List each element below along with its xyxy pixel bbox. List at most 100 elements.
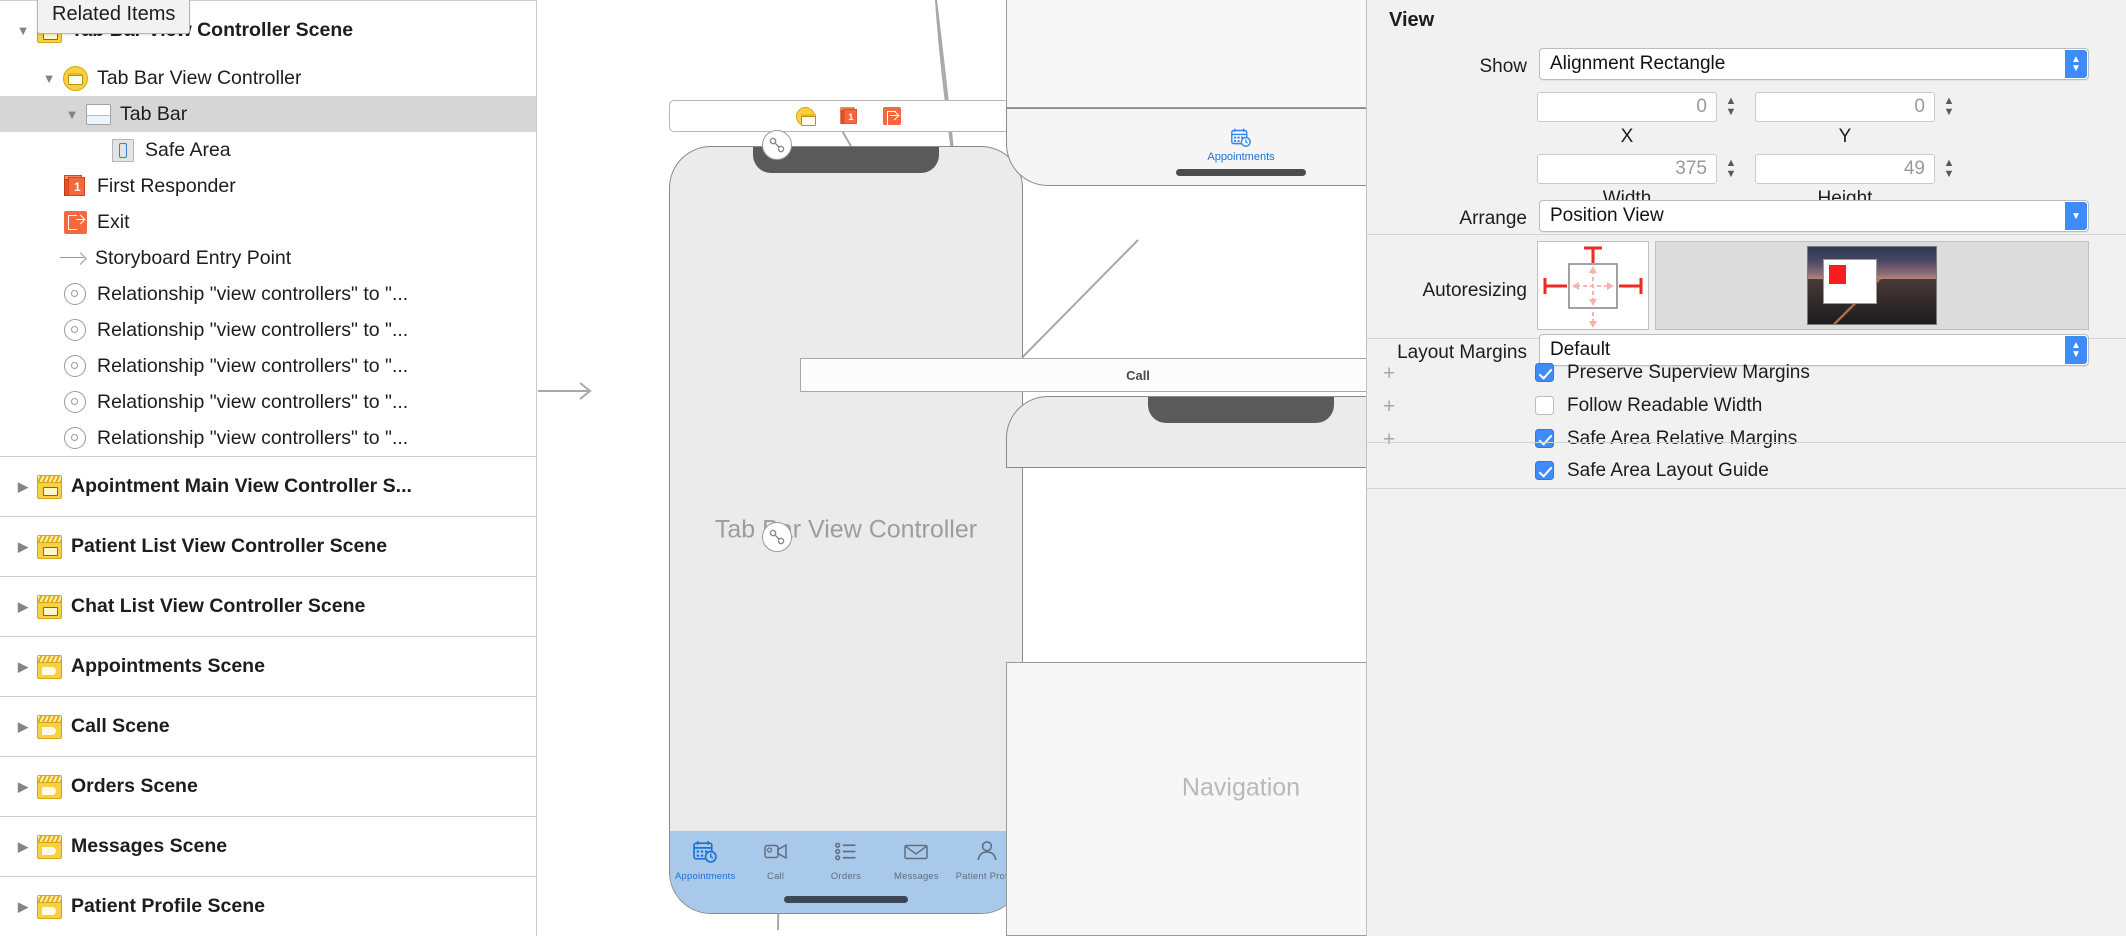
x-field[interactable]: 0 xyxy=(1537,92,1717,122)
outline-row[interactable]: Relationship "view controllers" to "... xyxy=(0,276,536,312)
segue-link-icon xyxy=(763,131,791,159)
segue-connection-badge-bottom[interactable] xyxy=(762,522,792,552)
appointments-home-indicator xyxy=(1176,169,1306,176)
outline-row[interactable]: Relationship "view controllers" to "... xyxy=(0,348,536,384)
outline-row[interactable]: 1First Responder xyxy=(0,168,536,204)
outline-row[interactable]: Storyboard Entry Point xyxy=(0,240,536,276)
outline-row-label: Storyboard Entry Point xyxy=(95,247,291,270)
x-caption: X xyxy=(1537,126,1717,148)
outline-row[interactable]: Patient List View Controller Scene xyxy=(0,516,536,576)
checkbox-safe-area-relative-margins[interactable] xyxy=(1535,429,1554,448)
add-constraint-plus-icon[interactable]: + xyxy=(1383,396,1395,417)
safe-area-icon xyxy=(112,139,134,162)
tab-bar-item-label: Orders xyxy=(831,871,861,882)
disclosure-triangle-closed-icon[interactable] xyxy=(12,599,34,615)
call-scene-navigation-bar[interactable]: Call xyxy=(800,358,1366,392)
outline-row[interactable]: Apointment Main View Controller S... xyxy=(0,456,536,516)
y-field[interactable]: 0 xyxy=(1755,92,1935,122)
outline-row-label: Patient Profile Scene xyxy=(71,895,265,918)
scene-view-icon xyxy=(37,835,62,859)
view-controller-dock-icon[interactable] xyxy=(796,107,815,126)
outline-row[interactable]: ★···Tab Bar xyxy=(0,96,536,132)
autoresizing-label: Autoresizing xyxy=(1367,280,1527,302)
outline-row[interactable]: Messages Scene xyxy=(0,816,536,876)
y-caption: Y xyxy=(1755,126,1935,148)
segue-connection-badge-top[interactable] xyxy=(762,130,792,160)
add-constraint-plus-icon[interactable]: + xyxy=(1383,363,1395,384)
disclosure-triangle-closed-icon[interactable] xyxy=(12,839,34,855)
view-controller-icon xyxy=(63,66,88,91)
call-navbar-title: Call xyxy=(1126,368,1150,383)
x-value: 0 xyxy=(1696,96,1707,118)
appointments-tab-item[interactable]: Appointments xyxy=(1007,127,1366,163)
tab-bar-item-appointments[interactable]: Appointments xyxy=(670,831,740,913)
checkbox-label: Follow Readable Width xyxy=(1567,395,1762,417)
calendar-clock-icon xyxy=(1230,127,1252,148)
calendar-clock-icon xyxy=(692,839,718,869)
autoresizing-control[interactable] xyxy=(1537,241,1649,330)
outline-row[interactable]: Orders Scene xyxy=(0,756,536,816)
add-constraint-plus-icon[interactable]: + xyxy=(1383,429,1395,450)
tab-bar-view-controller-preview[interactable]: Tab Bar View Controller AppointmentsCall… xyxy=(669,146,1023,914)
show-label: Show xyxy=(1367,56,1527,78)
disclosure-triangle-closed-icon[interactable] xyxy=(12,899,34,915)
scene-title-label: Tab Bar View Controller xyxy=(670,516,1022,545)
width-stepper[interactable]: ▲▼ xyxy=(1723,154,1739,184)
autoresizing-springs-struts-icon xyxy=(1538,242,1648,329)
disclosure-triangle-closed-icon[interactable] xyxy=(12,539,34,555)
outline-row-label: Exit xyxy=(97,211,130,234)
scene-vc-icon xyxy=(37,535,62,559)
y-value: 0 xyxy=(1914,96,1925,118)
outline-row-label: Chat List View Controller Scene xyxy=(71,595,365,618)
checkbox-preserve-superview-margins[interactable] xyxy=(1535,363,1554,382)
disclosure-triangle-closed-icon[interactable] xyxy=(12,479,34,495)
disclosure-triangle-closed-icon[interactable] xyxy=(12,779,34,795)
outline-row[interactable]: Relationship "view controllers" to "... xyxy=(0,312,536,348)
checkbox-safe-area-layout-guide[interactable] xyxy=(1535,461,1554,480)
show-popup-button[interactable]: Alignment Rectangle ▲▼ xyxy=(1539,48,2089,80)
scene-dock[interactable]: 1 xyxy=(669,100,1027,132)
disclosure-triangle-open-icon[interactable] xyxy=(12,23,34,38)
y-stepper[interactable]: ▲▼ xyxy=(1941,92,1957,122)
disclosure-triangle-closed-icon[interactable] xyxy=(12,659,34,675)
height-stepper[interactable]: ▲▼ xyxy=(1941,154,1957,184)
scene-vc-icon xyxy=(37,475,62,499)
outline-row[interactable]: Tab Bar View Controller xyxy=(0,60,536,96)
outline-row[interactable]: Safe Area xyxy=(0,132,536,168)
arrange-popup-button[interactable]: Position View ▼ xyxy=(1539,200,2089,232)
disclosure-triangle-open-icon[interactable] xyxy=(61,107,83,122)
appointments-scene-tabbar[interactable]: Appointments xyxy=(1006,108,1366,186)
appointments-scene-body[interactable] xyxy=(1006,0,1366,108)
height-field[interactable]: 49 xyxy=(1755,154,1935,184)
size-inspector-panel[interactable]: View Show Alignment Rectangle ▲▼ 0 ▲▼ X … xyxy=(1366,0,2126,936)
navigation-scene-body[interactable]: Navigation xyxy=(1006,662,1366,936)
video-camera-icon xyxy=(763,839,789,869)
autoresizing-preview xyxy=(1655,241,2089,330)
checkbox-follow-readable-width[interactable] xyxy=(1535,396,1554,415)
outline-row-label: Appointments Scene xyxy=(71,655,265,678)
call-scene-phone-top[interactable] xyxy=(1006,396,1366,468)
outline-row[interactable]: Exit xyxy=(0,204,536,240)
x-stepper[interactable]: ▲▼ xyxy=(1723,92,1739,122)
layout-margins-chevrons-icon: ▲▼ xyxy=(2065,336,2087,364)
storyboard-canvas[interactable]: 1 Tab Bar View Controller AppointmentsCa… xyxy=(538,0,1366,936)
arrange-label: Arrange xyxy=(1367,208,1527,230)
outline-row[interactable]: Relationship "view controllers" to "... xyxy=(0,384,536,420)
first-responder-dock-icon[interactable]: 1 xyxy=(837,104,861,128)
outline-row[interactable]: Call Scene xyxy=(0,696,536,756)
width-field[interactable]: 375 xyxy=(1537,154,1717,184)
outline-row[interactable]: Appointments Scene xyxy=(0,636,536,696)
outline-row[interactable]: Relationship "view controllers" to "... xyxy=(0,420,536,456)
person-icon xyxy=(974,839,1000,869)
tab-bar-item-label: Appointments xyxy=(675,871,736,882)
home-indicator xyxy=(784,896,908,903)
exit-dock-icon[interactable] xyxy=(883,107,901,125)
outline-row-label: Apointment Main View Controller S... xyxy=(71,475,412,498)
scene-view-icon xyxy=(37,655,62,679)
disclosure-triangle-closed-icon[interactable] xyxy=(12,719,34,735)
disclosure-triangle-open-icon[interactable] xyxy=(38,71,60,86)
appointments-tab-label: Appointments xyxy=(1207,151,1274,163)
outline-row[interactable]: Patient Profile Scene xyxy=(0,876,536,936)
document-outline-panel[interactable]: Tab Bar View Controller SceneTab Bar Vie… xyxy=(0,0,537,936)
outline-row[interactable]: Chat List View Controller Scene xyxy=(0,576,536,636)
